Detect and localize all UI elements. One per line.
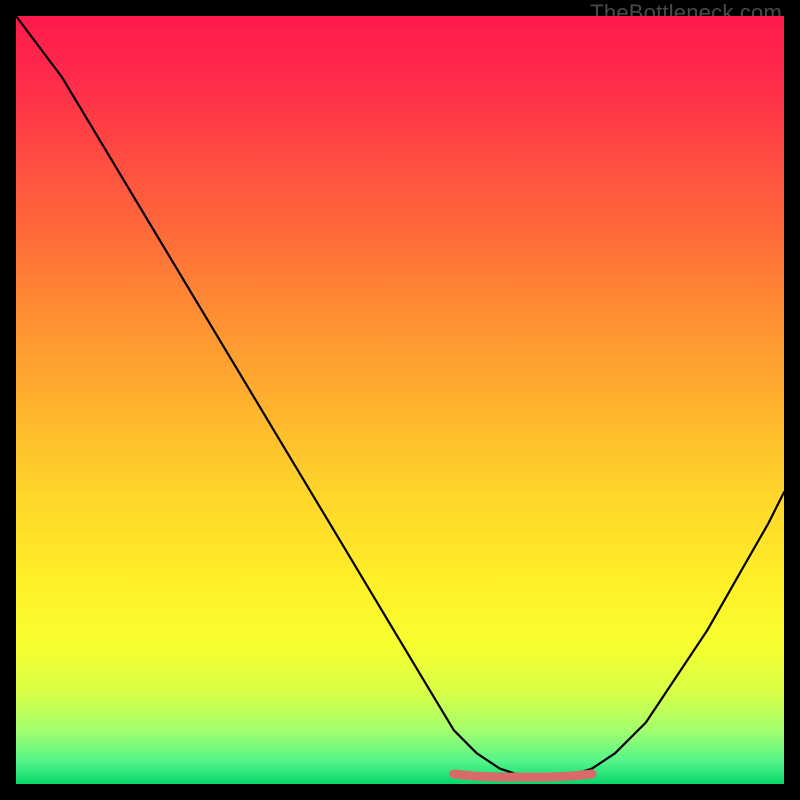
chart-plot-area [16, 16, 784, 784]
chart-svg [16, 16, 784, 784]
chart-frame: TheBottleneck.com [0, 0, 800, 800]
optimal-band-path [454, 774, 592, 777]
bottleneck-curve-path [16, 16, 784, 776]
